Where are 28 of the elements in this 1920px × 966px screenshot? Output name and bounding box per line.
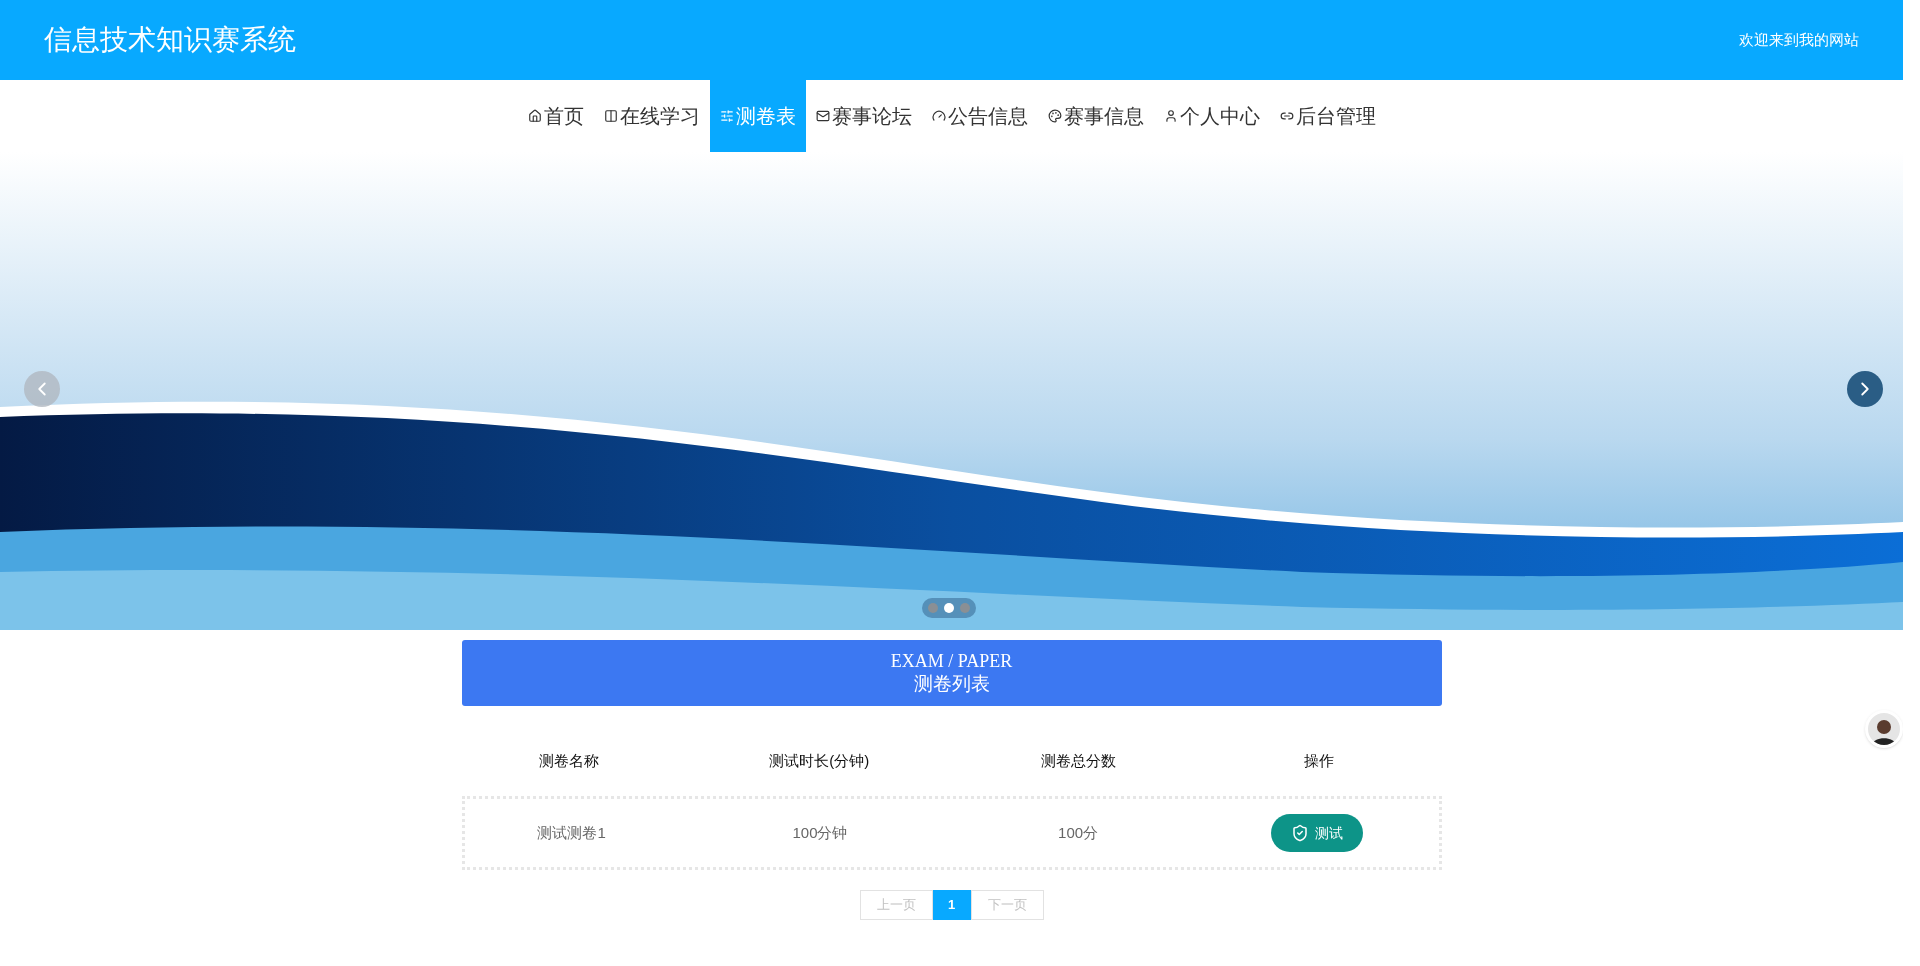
nav-tab[interactable]: 公告信息 <box>921 80 1038 152</box>
welcome-text: 欢迎来到我的网站 <box>1739 29 1859 50</box>
nav-tab[interactable]: 在线学习 <box>593 80 710 152</box>
column-header: 测卷总分数 <box>1040 750 1118 771</box>
nav-tab[interactable]: 首页 <box>517 80 594 152</box>
table-cell-text: 100分 <box>1057 822 1100 843</box>
sliders-icon <box>719 109 734 123</box>
nav-tab[interactable]: 后台管理 <box>1269 80 1386 152</box>
nav-tab[interactable]: 个人中心 <box>1153 80 1270 152</box>
gauge-icon <box>931 109 946 123</box>
section-title-zh: 测卷列表 <box>913 672 990 696</box>
mail-icon <box>815 109 830 123</box>
home-icon <box>527 109 542 123</box>
user-icon <box>1163 109 1178 123</box>
nav-tab[interactable]: 赛事论坛 <box>805 80 922 152</box>
nav-tab[interactable]: 赛事信息 <box>1037 80 1154 152</box>
link-icon <box>1279 109 1294 123</box>
column-header: 操作 <box>1302 750 1335 771</box>
shield-check-icon <box>1290 824 1309 842</box>
site-title: 信息技术知识赛系统 <box>44 23 296 57</box>
palette-icon <box>1047 109 1062 123</box>
column-header: 测卷名称 <box>538 750 601 771</box>
column-header: 测试时长(分钟) <box>768 750 871 771</box>
table-cell-text: 100分钟 <box>791 822 849 843</box>
columns-icon <box>603 109 618 123</box>
table-cell-text: 测试测卷1 <box>536 822 607 843</box>
test-button[interactable]: 测试 <box>1270 814 1363 852</box>
section-title-en: EXAM / PAPER <box>890 650 1013 672</box>
